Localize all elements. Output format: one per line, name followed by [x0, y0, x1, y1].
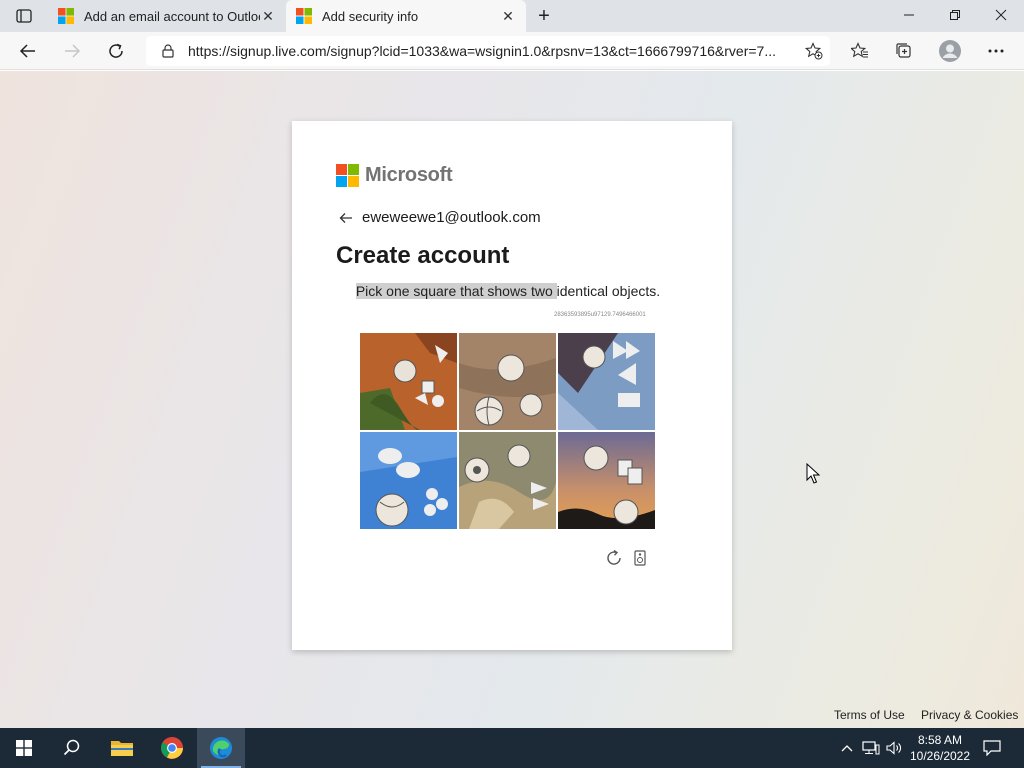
search-icon[interactable] — [48, 728, 96, 768]
captcha-tile-1[interactable] — [360, 333, 457, 430]
captcha-tile-4[interactable] — [360, 432, 457, 529]
page-title: Create account — [336, 242, 510, 269]
instruction-text: identical objects. — [556, 283, 661, 299]
taskbar: 8:58 AM 10/26/2022 — [0, 728, 1024, 768]
edge-icon[interactable] — [197, 728, 245, 768]
refresh-captcha-icon[interactable] — [604, 548, 624, 568]
new-tab-icon[interactable]: + — [532, 4, 556, 28]
show-hidden-icons-chevron-icon[interactable] — [838, 728, 856, 768]
microsoft-favicon-icon — [58, 8, 74, 24]
navigation-bar: https://signup.live.com/signup?lcid=1033… — [0, 32, 1024, 70]
forward-arrow-icon[interactable] — [58, 37, 86, 65]
tab-title: Add an email account to Outlook — [84, 8, 260, 24]
volume-icon[interactable] — [884, 728, 904, 768]
notifications-icon[interactable] — [980, 728, 1004, 768]
tab-close-icon[interactable]: ✕ — [500, 8, 516, 24]
tab-actions-icon[interactable] — [10, 6, 38, 26]
captcha-image-grid — [360, 333, 656, 529]
profile-avatar-icon[interactable] — [936, 37, 964, 65]
lock-icon[interactable] — [158, 44, 178, 58]
captcha-tile-5[interactable] — [459, 432, 556, 529]
instruction-highlighted-text: Pick one square that shows two — [355, 283, 557, 299]
mouse-cursor-icon — [806, 463, 820, 484]
add-favorite-icon[interactable] — [804, 41, 824, 61]
url-text[interactable]: https://signup.live.com/signup?lcid=1033… — [188, 43, 788, 59]
captcha-tile-3[interactable] — [558, 333, 655, 430]
account-email: eweweewe1@outlook.com — [362, 209, 541, 226]
microsoft-logo-icon — [336, 164, 359, 187]
tab-outlook[interactable]: Add an email account to Outlook ✕ — [48, 0, 286, 32]
captcha-tile-6[interactable] — [558, 432, 655, 529]
microsoft-favicon-icon — [296, 8, 312, 24]
captcha-instruction: Pick one square that shows two identical… — [352, 283, 664, 299]
captcha-tile-2[interactable] — [459, 333, 556, 430]
clock-time: 8:58 AM — [917, 733, 963, 747]
challenge-id: 28363593895u97129.7496466001 — [554, 312, 646, 318]
audio-challenge-icon[interactable] — [630, 548, 650, 568]
minimize-icon[interactable] — [886, 0, 932, 30]
back-arrow-icon[interactable] — [14, 37, 42, 65]
close-window-icon[interactable] — [978, 0, 1024, 30]
privacy-cookies-link[interactable]: Privacy & Cookies — [921, 708, 1018, 722]
identity-banner[interactable]: eweweewe1@outlook.com — [338, 209, 541, 226]
address-bar[interactable]: https://signup.live.com/signup?lcid=1033… — [146, 36, 830, 66]
brand-name: Microsoft — [365, 164, 453, 186]
page-background: Microsoft eweweewe1@outlook.com Create a… — [0, 71, 1024, 728]
tab-close-icon[interactable]: ✕ — [260, 8, 276, 24]
chrome-icon[interactable] — [148, 728, 196, 768]
tab-title: Add security info — [322, 8, 419, 24]
terms-of-use-link[interactable]: Terms of Use — [834, 708, 905, 722]
signup-card: Microsoft eweweewe1@outlook.com Create a… — [292, 121, 732, 650]
network-icon[interactable] — [860, 728, 882, 768]
collections-icon[interactable] — [890, 37, 918, 65]
restore-icon[interactable] — [932, 0, 978, 30]
microsoft-logo: Microsoft — [336, 164, 453, 187]
system-clock[interactable]: 8:58 AM 10/26/2022 — [906, 732, 974, 764]
file-explorer-icon[interactable] — [98, 728, 146, 768]
tab-security-info[interactable]: Add security info ✕ — [286, 0, 526, 32]
windows-start-icon[interactable] — [0, 728, 48, 768]
back-arrow-icon[interactable] — [338, 210, 354, 226]
clock-date: 10/26/2022 — [909, 749, 971, 763]
browser-tab-bar: Add an email account to Outlook ✕ Add se… — [0, 0, 1024, 32]
refresh-icon[interactable] — [102, 37, 130, 65]
favorites-icon[interactable] — [846, 37, 874, 65]
more-options-icon[interactable] — [982, 37, 1010, 65]
